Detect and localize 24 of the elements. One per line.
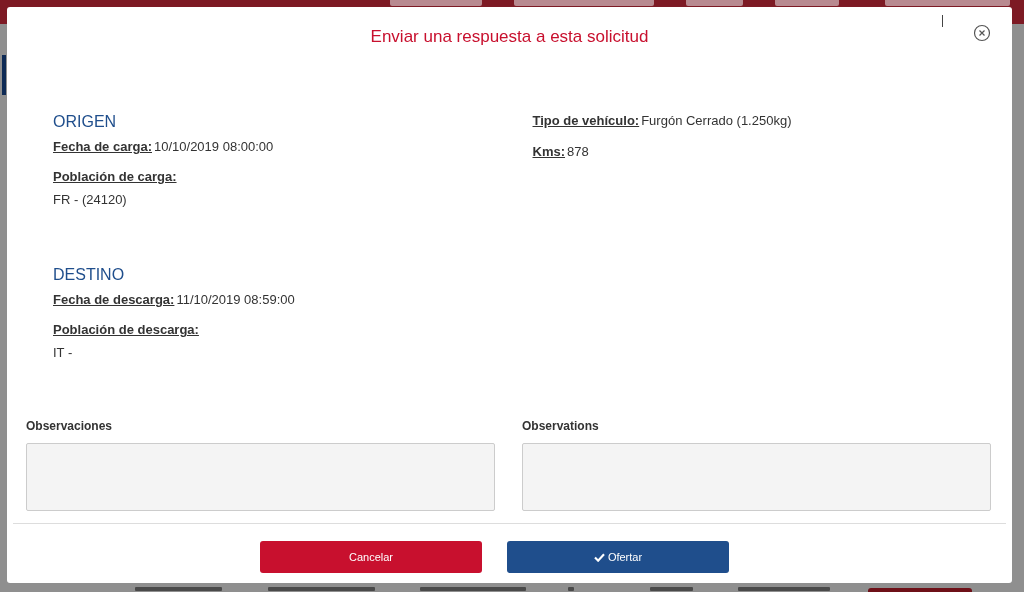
field-label: Fecha de carga:: [53, 138, 152, 156]
section-heading: DESTINO: [53, 265, 126, 285]
check-icon: [593, 552, 605, 562]
notes-label: Observaciones: [26, 419, 114, 433]
field-value: 878: [567, 143, 589, 161]
notes-field[interactable]: [522, 443, 991, 511]
field-value: IT -: [53, 344, 73, 362]
field-label: Tipo de vehículo:: [532, 112, 640, 130]
field-value: 10/10/2019 08:00:00: [154, 138, 274, 156]
offer-button[interactable]: Ofertar: [507, 541, 729, 573]
field-label: Fecha de descarga:: [53, 291, 175, 309]
field-value: FR - (24120): [53, 191, 127, 209]
close-icon[interactable]: [973, 24, 991, 42]
field-label: Kms:: [532, 143, 565, 161]
field-value: 11/10/2019 08:59:00: [176, 291, 295, 309]
notes-field[interactable]: [26, 443, 495, 511]
field-value: Furgón Cerrado (1.250kg): [641, 112, 792, 130]
field-label: Población de descarga:: [53, 321, 199, 339]
section-heading: ORIGEN: [53, 112, 118, 132]
notes-label: Observations: [522, 419, 600, 433]
dialog-title: Enviar una respuesta a esta solicitud: [370, 27, 649, 48]
field-label: Población de carga:: [53, 168, 177, 186]
text-cursor: [942, 15, 943, 27]
cancel-button[interactable]: Cancelar: [260, 541, 482, 573]
